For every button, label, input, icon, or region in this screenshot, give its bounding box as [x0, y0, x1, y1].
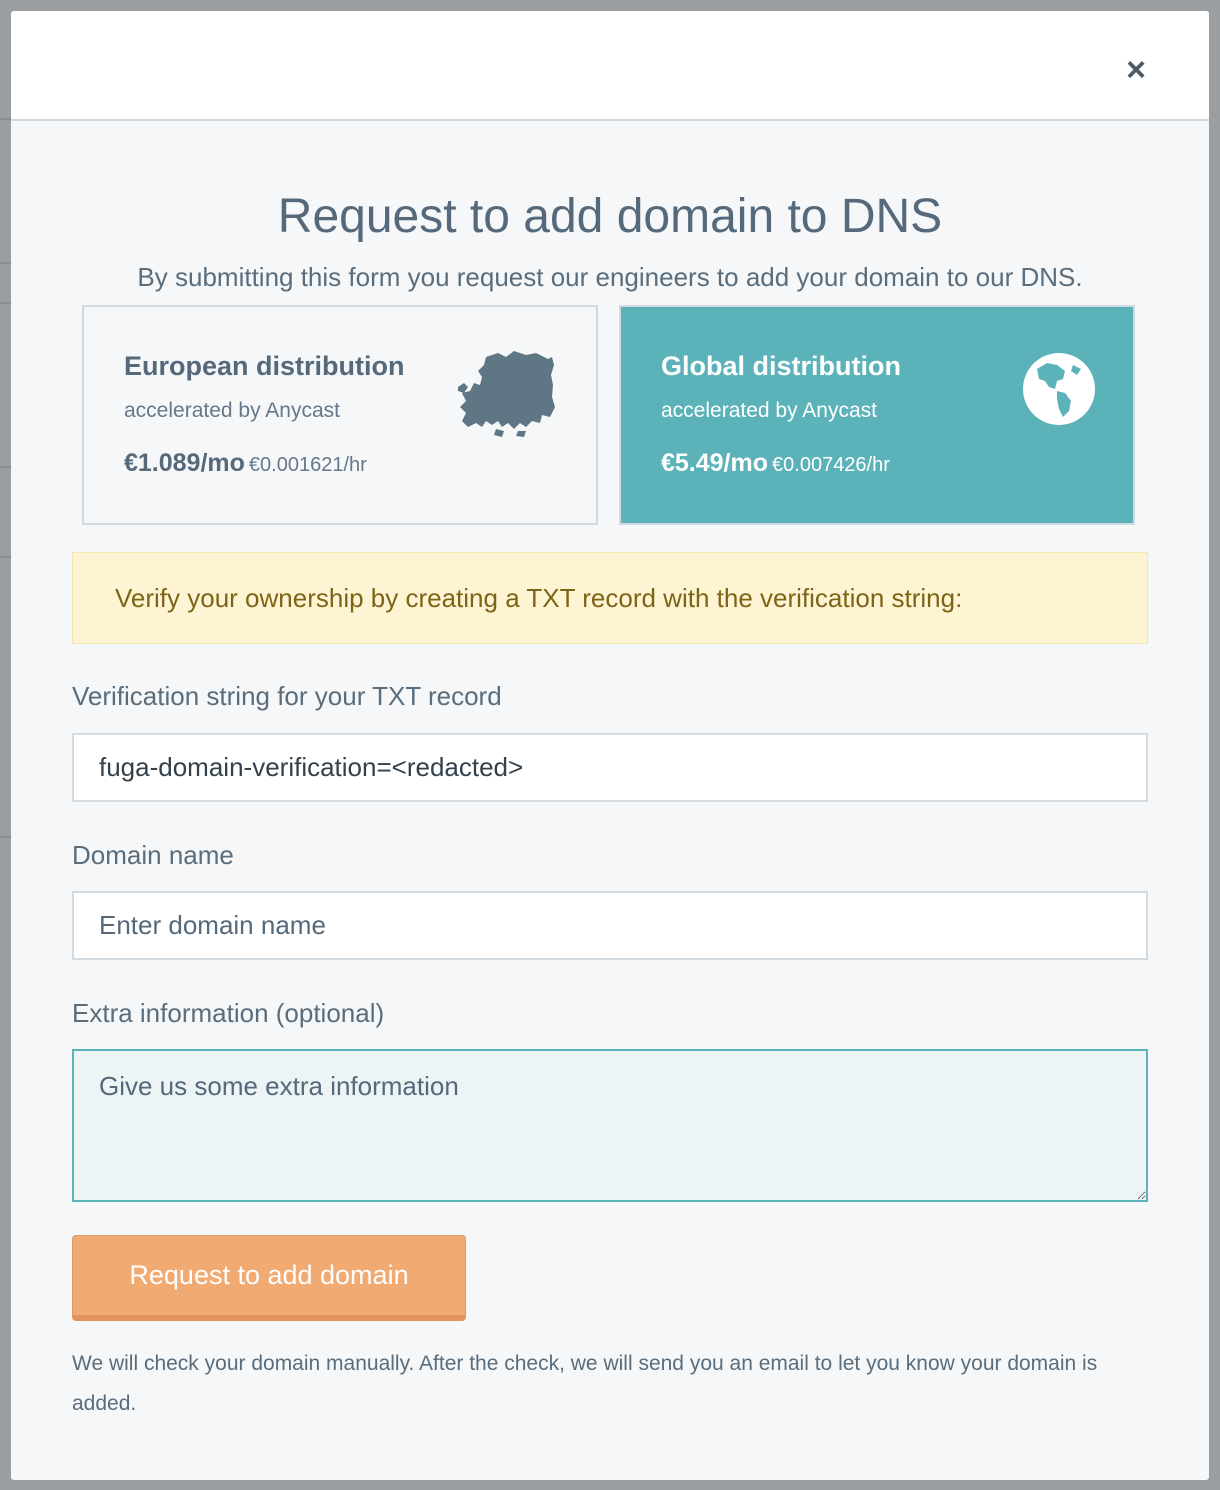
plan-price: €1.089/mo €0.001621/hr	[124, 449, 367, 478]
plan-card-global[interactable]: Global distribution accelerated by Anyca…	[619, 305, 1135, 525]
modal-header: ×	[11, 11, 1209, 121]
plan-hourly-price: €0.001621/hr	[248, 454, 367, 476]
plan-price: €5.49/mo €0.007426/hr	[661, 449, 890, 478]
plan-monthly-price: €1.089/mo	[124, 449, 245, 477]
europe-map-icon	[458, 351, 555, 437]
request-domain-modal: × Request to add domain to DNS By submit…	[11, 11, 1209, 1480]
globe-americas-icon	[1023, 353, 1095, 425]
modal-subtitle: By submitting this form you request our …	[137, 262, 1083, 292]
verification-string-label: Verification string for your TXT record	[72, 681, 502, 711]
plan-subtitle: accelerated by Anycast	[124, 399, 340, 422]
extra-information-label: Extra information (optional)	[72, 998, 385, 1028]
plan-card-european[interactable]: European distribution accelerated by Any…	[82, 305, 598, 525]
verification-string-field[interactable]	[72, 733, 1148, 802]
modal-title: Request to add domain to DNS	[277, 190, 943, 243]
plan-hourly-price: €0.007426/hr	[772, 454, 890, 476]
plan-name: European distribution	[124, 351, 405, 381]
extra-information-textarea[interactable]	[72, 1049, 1148, 1202]
plan-subtitle: accelerated by Anycast	[661, 399, 877, 422]
close-icon[interactable]: ×	[1121, 53, 1151, 87]
plan-monthly-price: €5.49/mo	[661, 449, 769, 477]
verification-alert: Verify your ownership by creating a TXT …	[72, 552, 1148, 644]
manual-check-note: We will check your domain manually. Afte…	[72, 1352, 1098, 1415]
request-to-add-domain-button[interactable]: Request to add domain	[72, 1235, 466, 1321]
domain-name-label: Domain name	[72, 840, 234, 870]
plan-name: Global distribution	[661, 351, 901, 381]
domain-name-input[interactable]	[72, 891, 1148, 960]
